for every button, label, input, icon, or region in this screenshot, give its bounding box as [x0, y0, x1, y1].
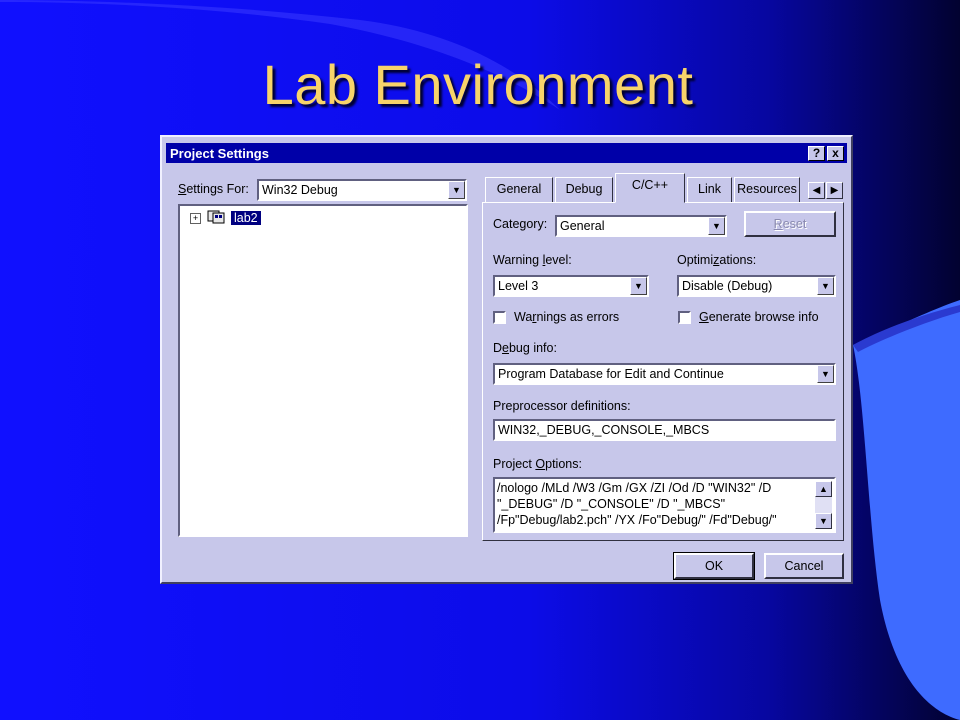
category-select[interactable]: General ▼: [555, 215, 727, 237]
settings-for-label: Settings For:: [178, 182, 249, 196]
tab-scroll-right-icon[interactable]: ▶: [826, 182, 843, 199]
optimizations-select[interactable]: Disable (Debug) ▼: [677, 275, 836, 297]
tab-debug[interactable]: Debug: [555, 177, 613, 202]
dialog-title: Project Settings: [170, 146, 269, 161]
expand-icon[interactable]: +: [190, 212, 201, 224]
generate-browse-info-checkbox[interactable]: [678, 311, 691, 324]
warning-level-label: Warning level:: [493, 253, 572, 267]
warnings-as-errors-label: Warnings as errors: [514, 310, 620, 324]
optimizations-label: Optimizations:: [677, 253, 757, 267]
project-tree[interactable]: + lab2: [178, 204, 468, 537]
warning-level-value: Level 3: [498, 279, 539, 293]
tab-resources[interactable]: Resources: [734, 177, 800, 202]
tab-scroll-left-icon[interactable]: ◀: [808, 182, 825, 199]
warnings-as-errors-checkbox[interactable]: [493, 311, 506, 324]
debug-info-label: Debug info:: [493, 341, 557, 355]
chevron-down-icon[interactable]: ▼: [448, 181, 465, 199]
project-options-label: Project Options:: [493, 457, 582, 471]
project-options-textarea[interactable]: /nologo /MLd /W3 /Gm /GX /ZI /Od /D "WIN…: [493, 477, 836, 533]
slide-title: Lab Environment: [262, 53, 694, 116]
project-settings-dialog: Project Settings ? x Settings For: Win32…: [160, 135, 853, 584]
project-options-line: "_DEBUG" /D "_CONSOLE" /D "_MBCS": [497, 497, 726, 511]
settings-for-select[interactable]: Win32 Debug ▼: [257, 179, 467, 201]
settings-for-value: Win32 Debug: [262, 183, 338, 197]
chevron-down-icon[interactable]: ▼: [630, 277, 647, 295]
debug-info-value: Program Database for Edit and Continue: [498, 367, 724, 381]
scroll-up-icon[interactable]: ▲: [815, 481, 832, 497]
scroll-down-icon[interactable]: ▼: [815, 513, 832, 529]
preprocessor-input[interactable]: WIN32,_DEBUG,_CONSOLE,_MBCS: [493, 419, 836, 441]
project-options-line: /Fp"Debug/lab2.pch" /YX /Fo"Debug/" /Fd"…: [497, 513, 777, 527]
generate-browse-info-label: Generate browse info: [699, 310, 819, 324]
chevron-down-icon[interactable]: ▼: [817, 277, 834, 295]
close-button[interactable]: x: [827, 146, 844, 161]
dialog-titlebar[interactable]: Project Settings ? x: [166, 143, 847, 163]
category-value: General: [560, 219, 605, 233]
preprocessor-label: Preprocessor definitions:: [493, 399, 631, 413]
project-icon: [207, 209, 225, 227]
preprocessor-value: WIN32,_DEBUG,_CONSOLE,_MBCS: [498, 423, 710, 437]
chevron-down-icon[interactable]: ▼: [817, 365, 834, 383]
tree-item-lab2[interactable]: + lab2: [190, 209, 261, 227]
tab-cpp[interactable]: C/C++: [615, 173, 685, 203]
ok-button[interactable]: OK: [673, 552, 755, 580]
reset-button[interactable]: Reset: [744, 211, 836, 237]
optimizations-value: Disable (Debug): [682, 279, 773, 293]
category-label: Category:: [493, 217, 548, 231]
chevron-down-icon[interactable]: ▼: [708, 217, 725, 235]
tab-link[interactable]: Link: [687, 177, 732, 202]
tree-item-label: lab2: [230, 211, 261, 225]
tab-general[interactable]: General: [485, 177, 553, 202]
project-options-line: /nologo /MLd /W3 /Gm /GX /ZI /Od /D "WIN…: [497, 481, 772, 495]
cancel-button[interactable]: Cancel: [764, 553, 844, 579]
project-options-scrollbar[interactable]: ▲ ▼: [815, 481, 832, 529]
help-button[interactable]: ?: [808, 146, 825, 161]
warning-level-select[interactable]: Level 3 ▼: [493, 275, 649, 297]
debug-info-select[interactable]: Program Database for Edit and Continue ▼: [493, 363, 836, 385]
